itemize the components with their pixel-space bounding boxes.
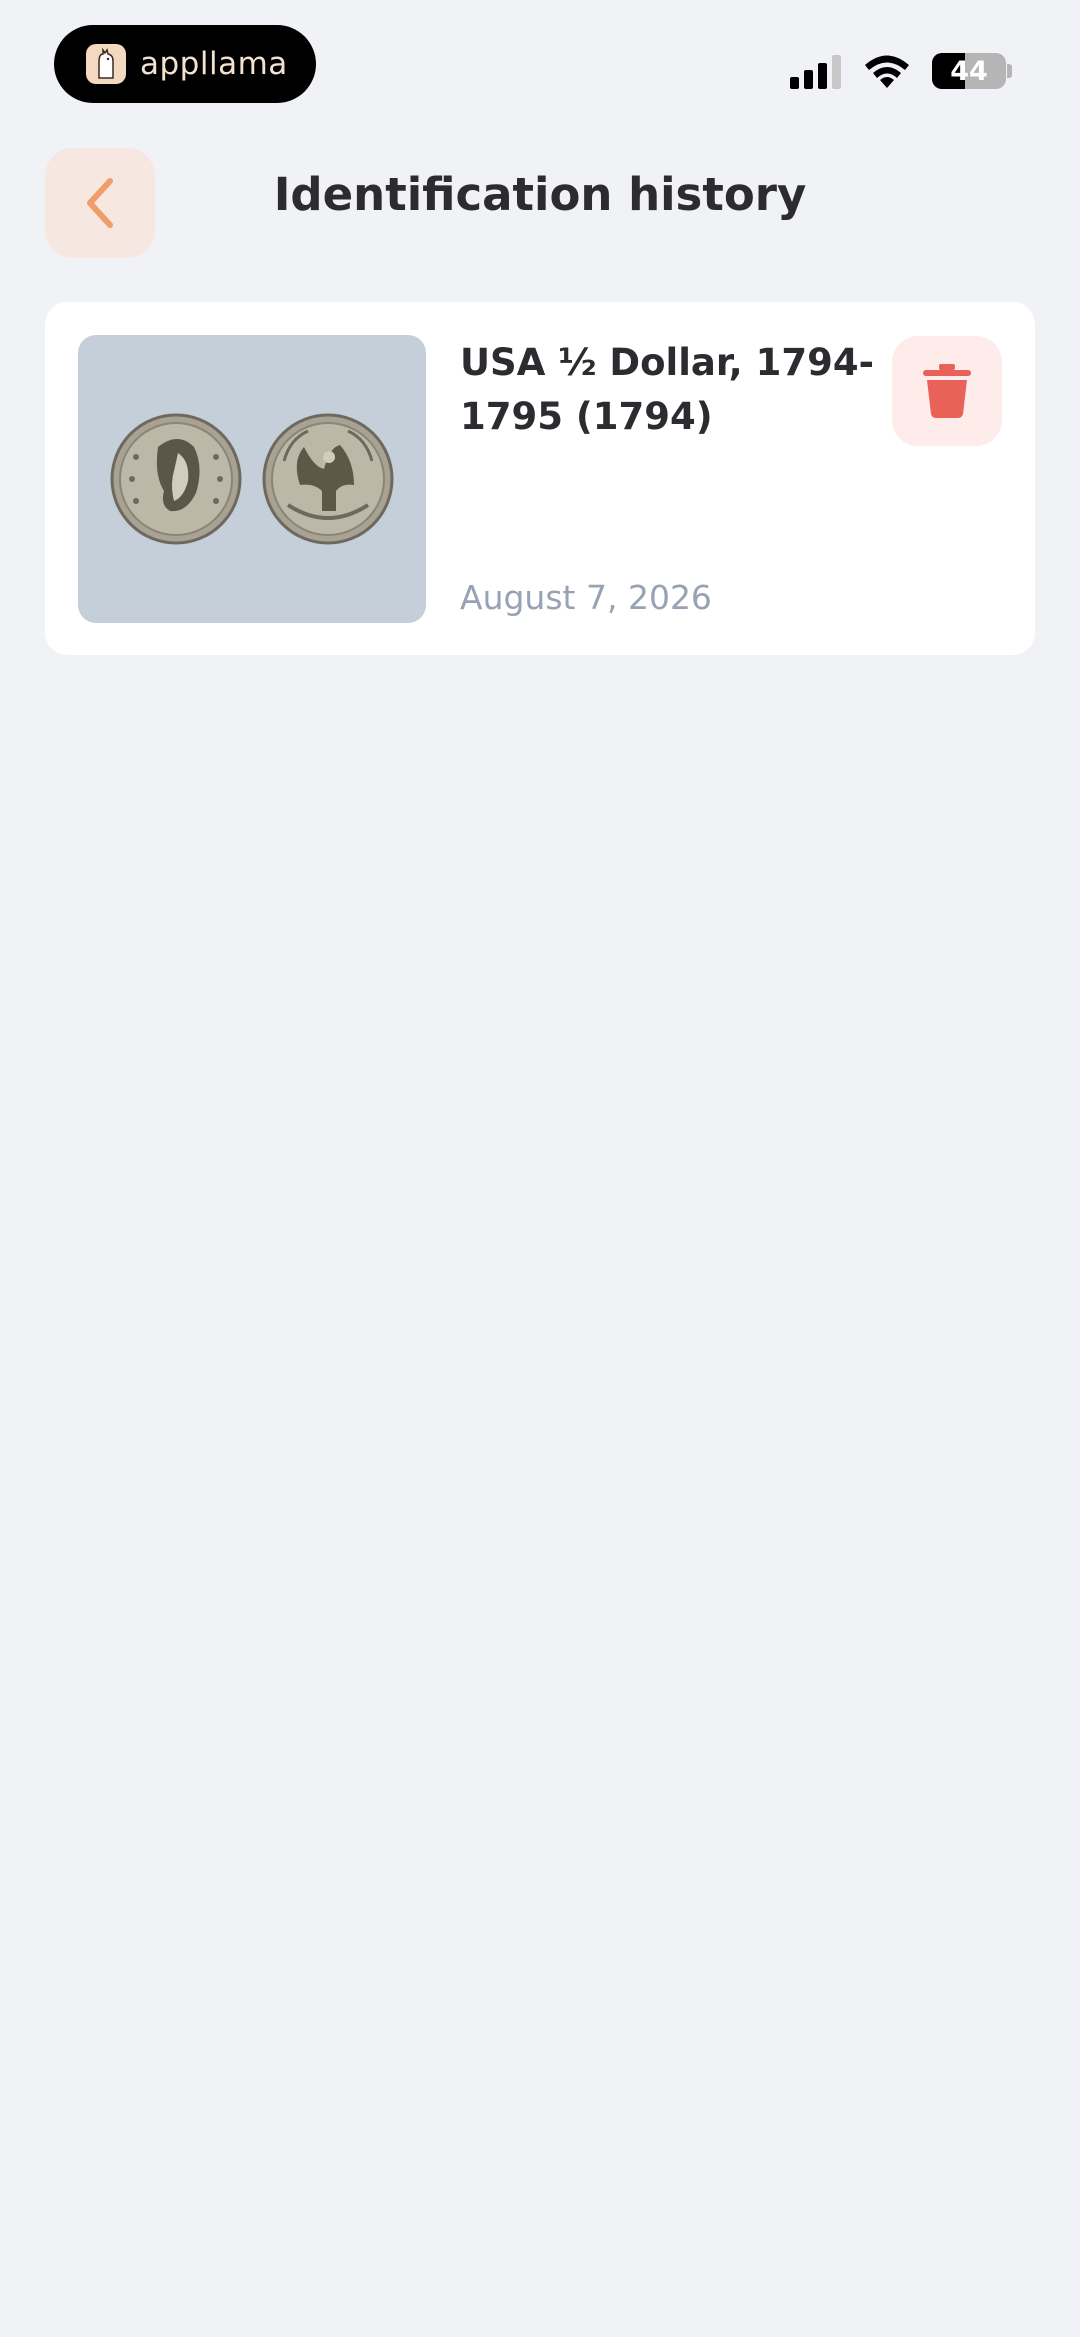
coin-title: USA ½ Dollar, 1794-1795 (1794) (460, 341, 874, 438)
wifi-icon (865, 55, 909, 88)
coin-obverse-image (110, 413, 242, 545)
battery-level: 44 (950, 55, 988, 87)
cellular-signal-icon (790, 55, 841, 89)
delete-button[interactable] (892, 336, 1002, 446)
trash-icon (923, 364, 971, 418)
app-name: appllama (140, 46, 288, 82)
identification-date: August 7, 2026 (460, 578, 712, 617)
battery-icon: 44 (932, 53, 1006, 89)
llama-logo-icon (86, 44, 126, 84)
coin-thumbnail (78, 335, 426, 623)
screen: appllama 44 Identification history USA ½… (0, 0, 1080, 2337)
status-bar: appllama 44 (0, 0, 1080, 130)
history-list-item[interactable]: USA ½ Dollar, 1794-1795 (1794) August 7,… (45, 302, 1035, 655)
app-pill[interactable]: appllama (54, 25, 316, 103)
coin-reverse-image (262, 413, 394, 545)
page-title: Identification history (273, 168, 807, 221)
battery-nub (1007, 64, 1012, 78)
